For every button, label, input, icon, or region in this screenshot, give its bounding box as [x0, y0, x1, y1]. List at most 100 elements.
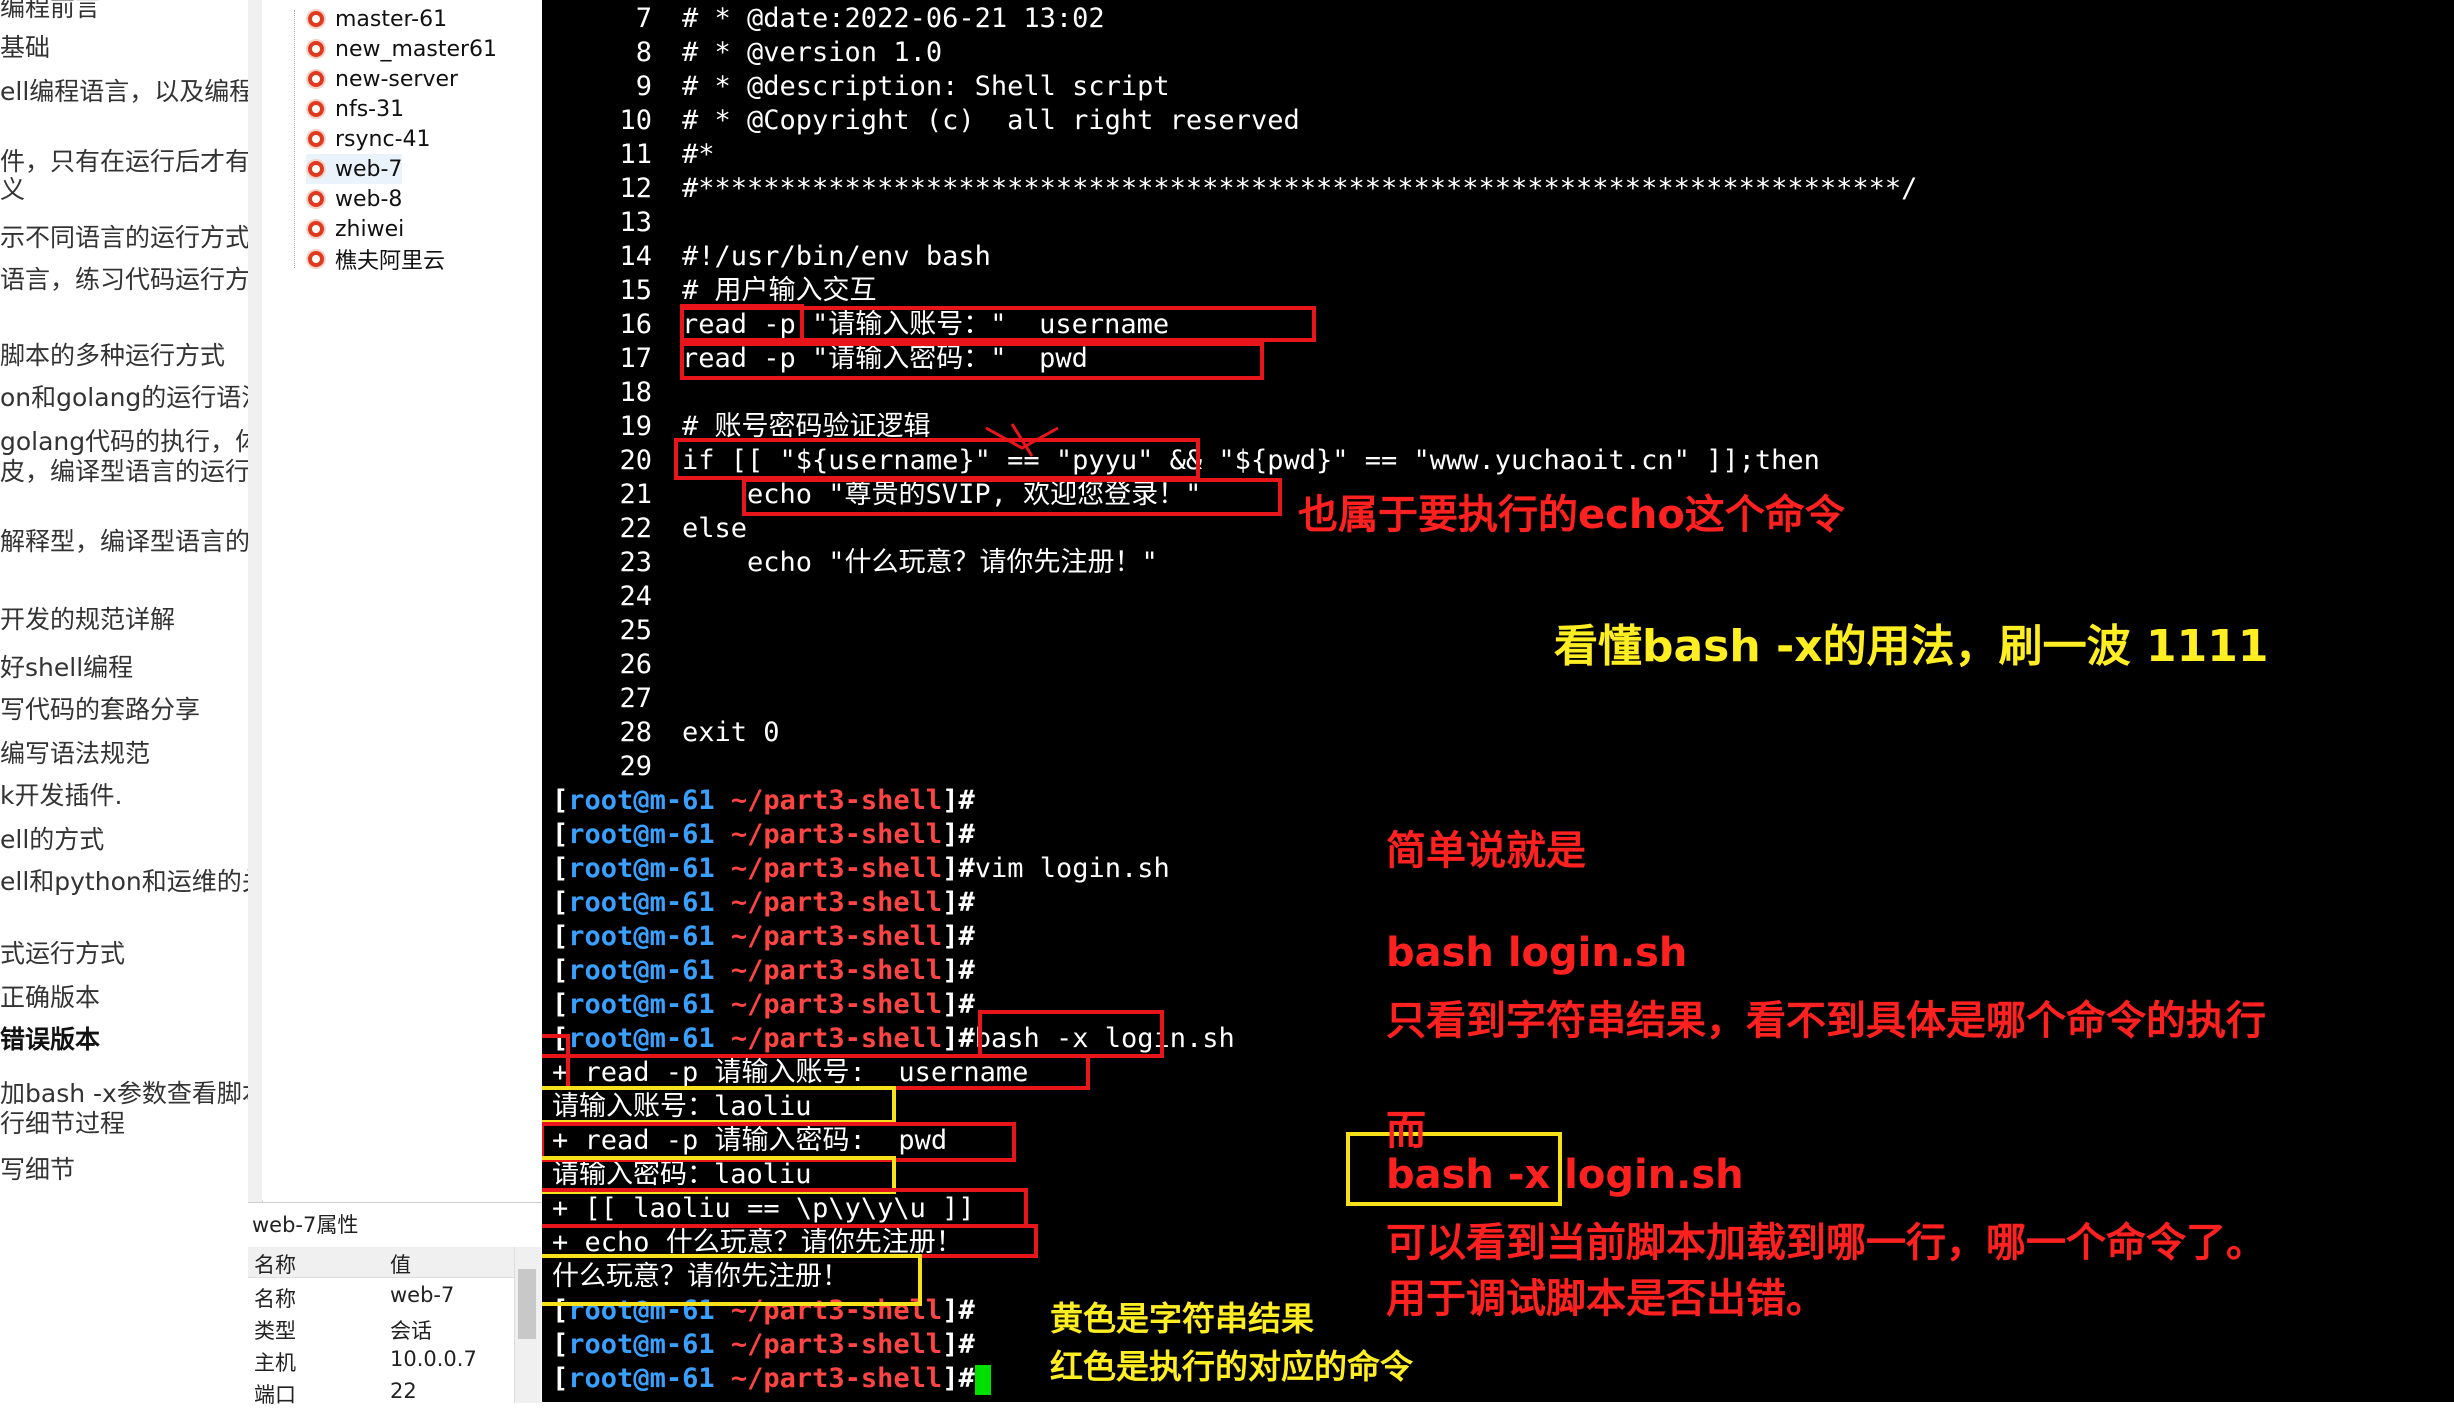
vim-code-line: 8 # * @version 1.0 [542, 36, 942, 70]
outline-item[interactable]: 编写语法规范 [0, 734, 150, 770]
prompt-bracket: ] [942, 853, 959, 884]
outline-item[interactable]: 错误版本 [0, 1020, 100, 1056]
prompt-symbol: # [958, 955, 975, 986]
prompt-symbol: # [958, 1295, 975, 1326]
prompt-user: root [568, 785, 634, 816]
outline-item[interactable]: k开发插件. [0, 776, 122, 812]
terminal-window[interactable]: 7 # * @date:2022-06-21 13:02 8 # * @version… [542, 0, 2454, 1402]
prompt-host: m-61 [649, 819, 715, 850]
line-number: 26 [619, 649, 652, 680]
outline-item[interactable]: 行细节过程 [0, 1104, 125, 1140]
outline-item[interactable]: 式运行方式 [0, 934, 125, 970]
properties-scroll-thumb[interactable] [518, 1269, 536, 1339]
prompt-path: ~/part3-shell [730, 853, 943, 884]
annot-box-trace-test [542, 1188, 1028, 1228]
session-item[interactable]: new-server [306, 64, 458, 94]
properties-scrollbar[interactable] [514, 1247, 541, 1403]
prompt-host: m-61 [649, 1363, 715, 1394]
outline-item[interactable]: 脚本的多种运行方式 [0, 336, 225, 372]
prompt-symbol: # [958, 887, 975, 918]
shell-prompt-line: [root@m-61 ~/part3-shell]# [552, 784, 975, 818]
prompt-user: root [568, 819, 634, 850]
properties-panel: web-7属性 名称 值 名称 web-7 类型 会话 主机 10.0.0.7 端口 22 [248, 1202, 542, 1407]
outline-item[interactable]: ell的方式 [0, 820, 104, 856]
outline-item[interactable]: 开发的规范详解 [0, 600, 175, 636]
prompt-path: ~/part3-shell [730, 989, 943, 1020]
vim-code-line: 11 #* [542, 138, 714, 172]
annot-echo-note: 也属于要执行的echo这个命令 [1298, 492, 1845, 538]
session-item[interactable]: web-7 [306, 154, 403, 184]
prompt-path: ~/part3-shell [730, 921, 943, 952]
prompt-at: @ [633, 1363, 650, 1394]
terminal-cursor [974, 1364, 991, 1395]
annot-box-read-user [680, 306, 1316, 342]
outline-item[interactable]: 好shell编程 [0, 648, 133, 684]
prompt-at: @ [633, 989, 650, 1020]
outline-item[interactable]: 件，只有在运行后才有 [0, 142, 248, 178]
prompt-bracket: [ [552, 955, 569, 986]
session-swirl-icon [306, 69, 326, 89]
property-name: 名称 [254, 1287, 296, 1311]
line-number: 8 [635, 37, 652, 68]
session-item-label: new-server [335, 66, 459, 92]
prompt-host: m-61 [649, 955, 715, 986]
outline-item[interactable]: 编程前言 [0, 0, 100, 24]
outline-item[interactable]: ell编程语言，以及编程 [0, 72, 248, 108]
prompt-bracket: ] [942, 1329, 959, 1360]
prompt-at: @ [633, 887, 650, 918]
vim-code-line: 9 # * @description: Shell script [542, 70, 1170, 104]
prompt-bracket: ] [942, 1295, 959, 1326]
prompt-symbol: # [958, 989, 975, 1020]
outline-item[interactable]: 示不同语言的运行方式 [0, 218, 248, 254]
session-item[interactable]: 樵夫阿里云 [306, 244, 445, 274]
outline-item[interactable]: 义 [0, 170, 25, 206]
prompt-symbol: # [958, 819, 975, 850]
property-value: 10.0.0.7 [390, 1347, 477, 1371]
annot-box-trace-echo [542, 1224, 1038, 1258]
outline-item[interactable]: 皮，编译型语言的运行 [0, 452, 248, 488]
session-item-label: zhiwei [335, 216, 405, 242]
outline-item[interactable]: 写细节 [0, 1150, 75, 1186]
line-number: 17 [619, 343, 652, 374]
outline-item[interactable]: on和golang的运行语法 [0, 378, 248, 414]
outline-item[interactable]: ell和python和运维的关 [0, 862, 248, 898]
session-item[interactable]: new_master61 [306, 34, 497, 64]
outline-scrollbar[interactable] [248, 0, 263, 1402]
line-number: 28 [619, 717, 652, 748]
prompt-path: ~/part3-shell [730, 1363, 943, 1394]
outline-item[interactable]: 正确版本 [0, 978, 100, 1014]
session-item[interactable]: zhiwei [306, 214, 404, 244]
code-text: # 用户输入交互 [682, 275, 877, 306]
session-item[interactable]: master-61 [306, 4, 447, 34]
line-number: 16 [619, 309, 652, 340]
shell-prompt-line: [root@m-61 ~/part3-shell]# [552, 1328, 975, 1362]
outline-item[interactable]: 语言，练习代码运行方 [0, 260, 248, 296]
prompt-path: ~/part3-shell [730, 785, 943, 816]
property-name: 端口 [254, 1383, 296, 1407]
line-number: 11 [619, 139, 652, 170]
session-swirl-icon [306, 159, 326, 179]
outline-item[interactable]: 基础 [0, 28, 50, 64]
outline-item[interactable]: 写代码的套路分享 [0, 690, 200, 726]
annot-bash-x-desc2: 用于调试脚本是否出错。 [1386, 1276, 1826, 1322]
annot-simple-title: 简单说就是 [1386, 828, 1586, 874]
session-swirl-icon [306, 249, 326, 269]
session-item[interactable]: rsync-41 [306, 124, 431, 154]
prompt-user: root [568, 1329, 634, 1360]
session-item[interactable]: web-8 [306, 184, 402, 214]
prompt-symbol: # [958, 785, 975, 816]
prompt-bracket: [ [552, 887, 569, 918]
prompt-user: root [568, 853, 634, 884]
outline-item[interactable]: 解释型，编译型语言的 [0, 522, 248, 558]
properties-col-name: 名称 [254, 1253, 296, 1277]
annot-box-read-pwd [680, 342, 1264, 380]
properties-col-value: 值 [390, 1253, 411, 1277]
session-item-label: rsync-41 [335, 126, 431, 152]
prompt-at: @ [633, 819, 650, 850]
prompt-path: ~/part3-shell [730, 1023, 943, 1054]
shell-command: vim login.sh [974, 853, 1170, 884]
vim-code-line: 27 [542, 682, 682, 716]
session-item[interactable]: nfs-31 [306, 94, 404, 124]
prompt-bracket: ] [942, 1363, 959, 1394]
